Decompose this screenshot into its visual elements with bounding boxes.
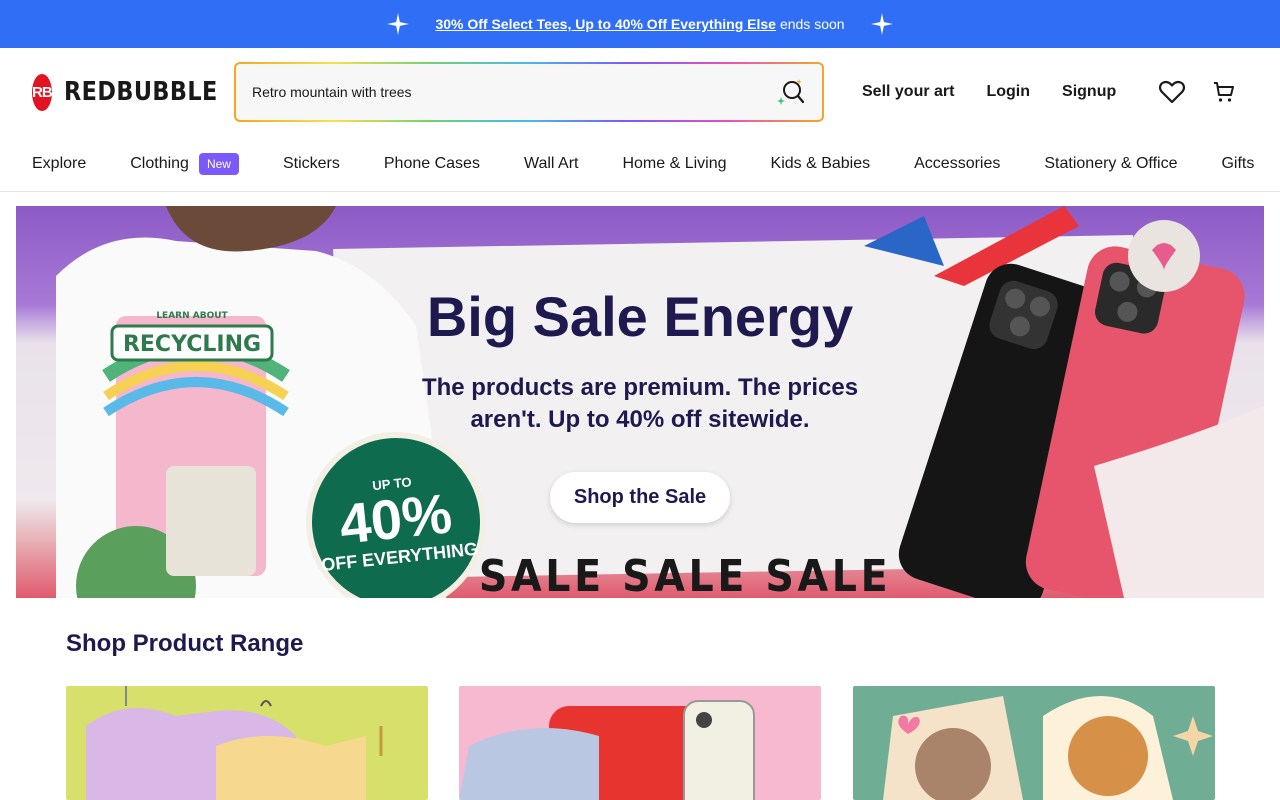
cart-icon: [1214, 82, 1234, 102]
search-box: [234, 62, 824, 122]
nav-item-explore[interactable]: Explore: [32, 155, 86, 173]
nav-label: Stickers: [282, 154, 340, 172]
shirt-small-text: LEARN ABOUT: [156, 311, 228, 321]
sparkle-icon: [387, 13, 410, 35]
nav-label: Accessories: [914, 154, 1001, 172]
logo-text: REDBUBBLE: [63, 77, 218, 107]
product-range-card[interactable]: [66, 686, 428, 800]
logo-mark: RB: [32, 73, 53, 111]
hero-banner[interactable]: RECYCLING LEARN ABOUT SALE SALE SALE UP …: [16, 206, 1264, 598]
hero-content: Big Sale Energy The products are premium…: [390, 285, 890, 524]
search-button[interactable]: [774, 76, 806, 108]
nav-label: Phone Cases: [383, 154, 480, 172]
nav-item-accessories[interactable]: Accessories: [914, 155, 1000, 173]
nav-label: Stationery & Office: [1044, 154, 1178, 172]
heart-icon: [1159, 80, 1185, 104]
nav-label: Wall Art: [523, 154, 579, 172]
phone-case-image: [459, 700, 755, 800]
search-input[interactable]: [252, 84, 774, 100]
product-range-card[interactable]: [853, 686, 1215, 800]
wishlist-button[interactable]: [1158, 78, 1186, 106]
nav-item-home-living[interactable]: Home & Living: [622, 155, 726, 173]
shirt-text: RECYCLING: [123, 332, 261, 357]
header-icons: [1158, 48, 1238, 136]
signup-link[interactable]: Signup: [1062, 83, 1116, 101]
nav-label: Clothing: [130, 154, 189, 172]
tshirts-image: [86, 686, 383, 800]
nav-item-kids-babies[interactable]: Kids & Babies: [771, 155, 871, 173]
logo[interactable]: RB REDBUBBLE: [32, 73, 234, 111]
nav-item-gifts[interactable]: Gifts: [1221, 155, 1254, 173]
section-title: Shop Product Range: [66, 630, 304, 657]
stickers-image: [883, 696, 1213, 800]
sell-your-art-link[interactable]: Sell your art: [862, 83, 954, 101]
nav-label: Kids & Babies: [770, 154, 871, 172]
nav-label: Home & Living: [622, 154, 727, 172]
new-badge: New: [198, 152, 239, 175]
nav-label: Gifts: [1221, 154, 1255, 172]
product-range-card[interactable]: [459, 686, 821, 800]
hero-subtitle: The products are premium. The prices are…: [421, 373, 859, 433]
nav-item-wall-art[interactable]: Wall Art: [524, 155, 579, 173]
promo-link[interactable]: 30% Off Select Tees, Up to 40% Off Every…: [435, 16, 776, 32]
cart-button[interactable]: [1210, 78, 1238, 106]
nav-item-phone-cases[interactable]: Phone Cases: [384, 155, 480, 173]
header-links: Sell your art Login Signup: [862, 48, 1148, 136]
promo-banner: 30% Off Select Tees, Up to 40% Off Every…: [0, 0, 1280, 48]
nav-label: Explore: [32, 154, 87, 172]
category-nav: Explore Clothing New Stickers Phone Cases…: [0, 136, 1280, 192]
nav-item-stationery-office[interactable]: Stationery & Office: [1044, 155, 1177, 173]
sale-strip-text: SALE SALE SALE: [478, 551, 892, 598]
hero-phone-cases: [864, 206, 1264, 598]
hero-title: Big Sale Energy: [426, 285, 854, 348]
search-sparkle-icon: [777, 79, 805, 105]
sparkle-icon: [870, 13, 893, 35]
nav-item-clothing[interactable]: Clothing New: [130, 152, 239, 175]
nav-item-stickers[interactable]: Stickers: [283, 155, 340, 173]
site-header: RB REDBUBBLE Sell your art Login Signup: [0, 48, 1280, 136]
login-link[interactable]: Login: [986, 83, 1030, 101]
shop-the-sale-button[interactable]: Shop the Sale: [549, 472, 731, 524]
promo-suffix: ends soon: [779, 16, 845, 32]
